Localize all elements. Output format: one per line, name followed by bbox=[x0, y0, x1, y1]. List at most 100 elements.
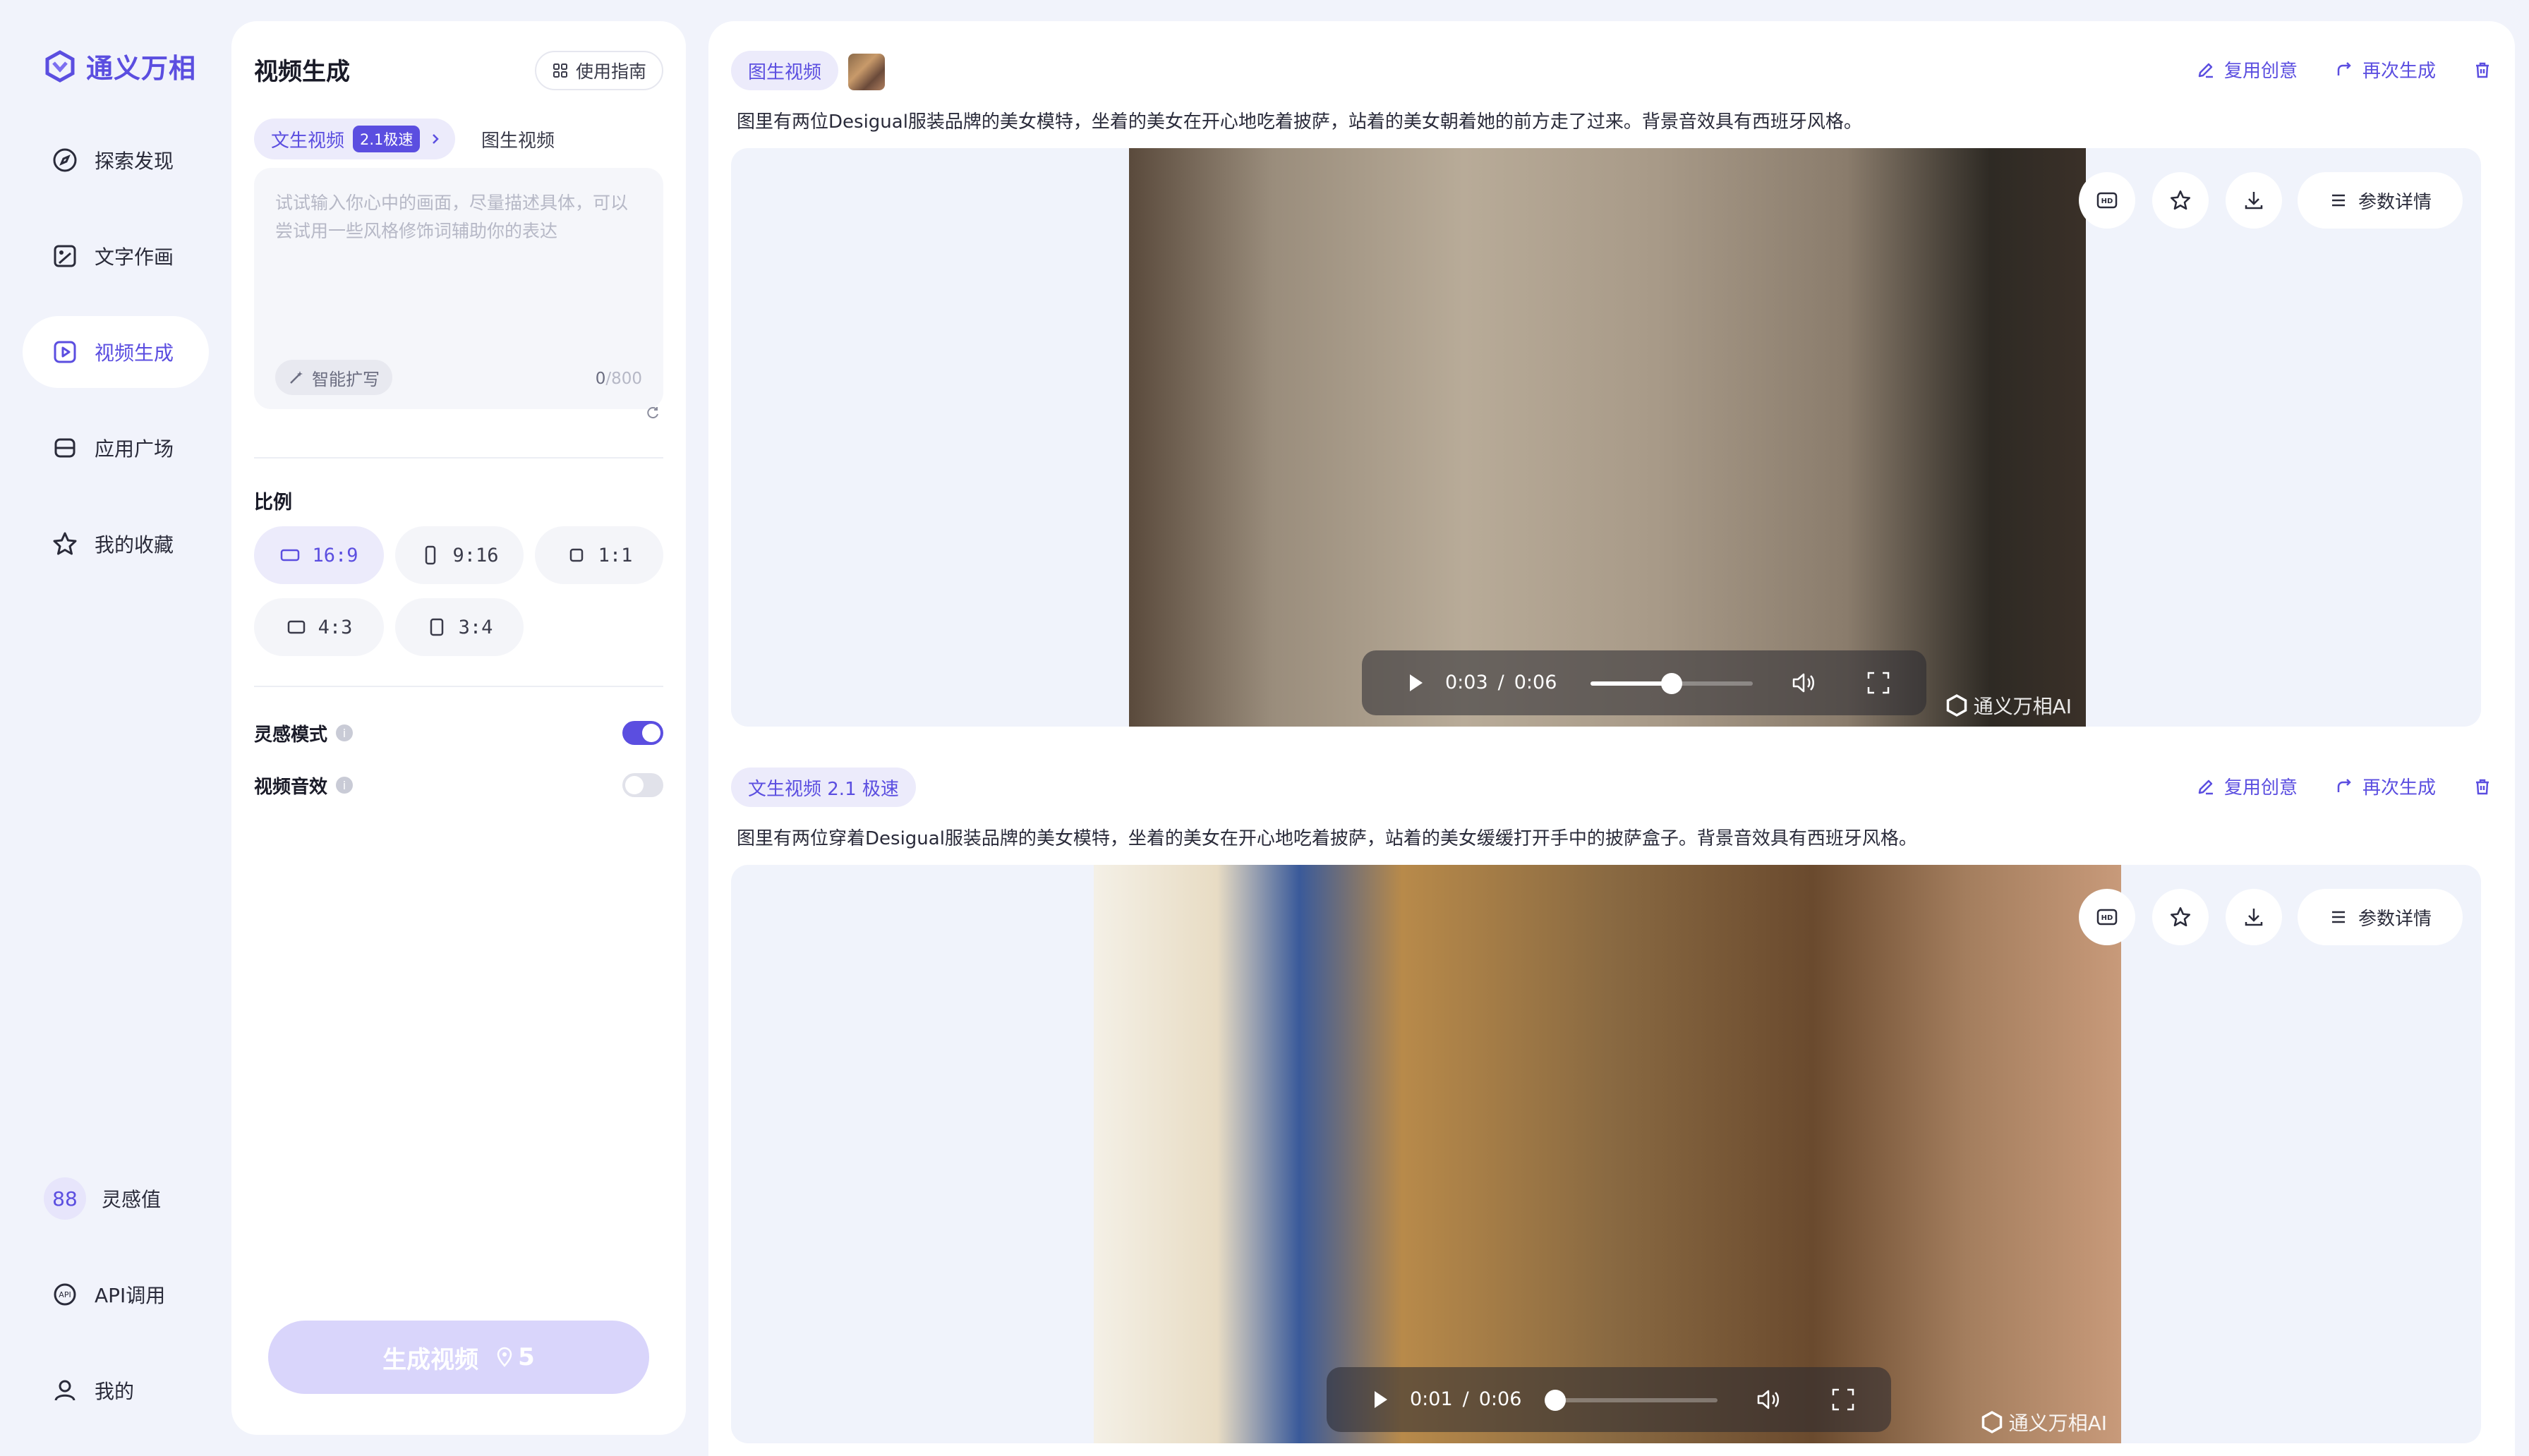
grid-icon bbox=[553, 63, 567, 78]
nav-item-favorites[interactable]: 我的收藏 bbox=[23, 508, 209, 580]
favorite-button[interactable] bbox=[2152, 889, 2209, 945]
ratio-option-9-16[interactable]: 9:16 bbox=[395, 526, 524, 584]
nav-item-explore[interactable]: 探索发现 bbox=[23, 124, 209, 196]
reference-image-thumbnail[interactable] bbox=[848, 54, 885, 90]
trash-icon[interactable] bbox=[2473, 60, 2492, 80]
current-time: 0:01 bbox=[1410, 1388, 1453, 1410]
redo-icon bbox=[2337, 61, 2351, 75]
reuse-button[interactable]: 复用创意 bbox=[2196, 56, 2298, 83]
refresh-icon[interactable] bbox=[645, 405, 660, 420]
landscape-icon bbox=[281, 549, 300, 562]
guide-button[interactable]: 使用指南 bbox=[534, 51, 663, 90]
play-icon[interactable] bbox=[1404, 672, 1427, 694]
toggle-knob bbox=[625, 776, 644, 794]
info-icon[interactable]: i bbox=[336, 724, 354, 741]
play-icon[interactable] bbox=[1369, 1388, 1392, 1411]
ratio-label-text: 9:16 bbox=[452, 544, 499, 566]
nav-item-video-generation[interactable]: 视频生成 bbox=[23, 316, 209, 388]
nav-item-api[interactable]: API API调用 bbox=[23, 1258, 209, 1330]
ratio-label-text: 16:9 bbox=[312, 544, 358, 566]
progress-handle[interactable] bbox=[1545, 1390, 1566, 1411]
portrait-icon bbox=[430, 618, 443, 636]
ratio-label: 比例 bbox=[254, 492, 292, 514]
regenerate-button[interactable]: 再次生成 bbox=[2334, 773, 2436, 799]
volume-icon[interactable] bbox=[1789, 669, 1818, 697]
progress-slider[interactable] bbox=[1591, 673, 1753, 694]
location-pin-icon bbox=[497, 1347, 512, 1367]
api-icon: API bbox=[54, 1283, 76, 1306]
trash-icon[interactable] bbox=[2473, 777, 2492, 796]
watermark: 通义万相AI bbox=[1981, 1408, 2107, 1436]
params-label: 参数详情 bbox=[2358, 908, 2432, 930]
speed-badge: 2.1极速 bbox=[353, 126, 421, 152]
tab-image-to-video[interactable]: 图生视频 bbox=[471, 119, 565, 159]
chevron-right-icon bbox=[433, 134, 440, 144]
edit-icon bbox=[2198, 779, 2213, 794]
svg-text:HD: HD bbox=[2101, 198, 2113, 205]
tongyi-logo-icon bbox=[1981, 1411, 2002, 1433]
reuse-button[interactable]: 复用创意 bbox=[2196, 773, 2298, 799]
tab-text-to-video[interactable]: 文生视频 2.1极速 bbox=[254, 119, 456, 159]
user-icon bbox=[54, 1380, 76, 1401]
left-nav: 通义万相 探索发现 文字作画 视频生成 应用广场 我的收藏 88 灵感值 API… bbox=[0, 0, 226, 1456]
generate-label: 生成视频 bbox=[382, 1345, 479, 1374]
volume-icon[interactable] bbox=[1754, 1385, 1782, 1414]
favorite-button[interactable] bbox=[2152, 172, 2209, 229]
svg-text:HD: HD bbox=[2101, 914, 2113, 922]
info-icon[interactable]: i bbox=[336, 777, 354, 794]
star-icon bbox=[2170, 190, 2191, 210]
video-player[interactable]: 0:01 / 0:06 通义万相AI bbox=[1094, 865, 2121, 1443]
star-icon bbox=[53, 532, 77, 555]
fullscreen-icon[interactable] bbox=[1829, 1385, 1857, 1414]
hd-button[interactable]: HD bbox=[2079, 172, 2135, 229]
square-icon bbox=[569, 548, 583, 562]
duration: 0:06 bbox=[1514, 672, 1557, 693]
hd-button[interactable]: HD bbox=[2079, 889, 2135, 945]
ratio-label-text: 4:3 bbox=[318, 616, 353, 638]
fullscreen-icon[interactable] bbox=[1864, 669, 1893, 697]
nav-item-app-plaza[interactable]: 应用广场 bbox=[23, 412, 209, 484]
progress-slider[interactable] bbox=[1545, 1390, 1718, 1411]
time-separator: / bbox=[1462, 1388, 1469, 1410]
edit-icon bbox=[2198, 63, 2213, 78]
regenerate-button[interactable]: 再次生成 bbox=[2334, 56, 2436, 83]
ratio-option-3-4[interactable]: 3:4 bbox=[395, 598, 524, 656]
prompt-description: 图里有两位穿着Desigual服装品牌的美女模特，坐着的美女在开心地吃着披萨，站… bbox=[737, 828, 1917, 849]
inspiration-mode-toggle[interactable] bbox=[622, 721, 663, 745]
time-separator: / bbox=[1497, 672, 1504, 693]
regenerate-label: 再次生成 bbox=[2362, 777, 2436, 799]
prompt-input[interactable]: 试试输入你心中的画面，尽量描述具体，可以尝试用一些风格修饰词辅助你的表达 智能扩… bbox=[254, 168, 663, 409]
results-area: 图生视频 复用创意 再次生成 图里有两位Desigual服装品牌的美女模特，坐着… bbox=[708, 21, 2515, 1456]
download-button[interactable] bbox=[2226, 172, 2282, 229]
card-actions: 复用创意 再次生成 bbox=[2196, 56, 2492, 83]
result-tag: 文生视频 2.1 极速 bbox=[731, 768, 916, 807]
nav-label: 我的 bbox=[95, 1380, 135, 1403]
download-button[interactable] bbox=[2226, 889, 2282, 945]
char-max: /800 bbox=[605, 370, 642, 388]
ratio-option-16-9[interactable]: 16:9 bbox=[254, 526, 384, 584]
divider bbox=[254, 686, 663, 687]
nav-label: API调用 bbox=[95, 1284, 166, 1307]
generation-panel: 视频生成 使用指南 文生视频 2.1极速 图生视频 试试输入你心中的画面，尽量描… bbox=[231, 21, 686, 1435]
nav-item-profile[interactable]: 我的 bbox=[23, 1354, 209, 1426]
progress-fill bbox=[1591, 681, 1672, 686]
params-details-button[interactable]: 参数详情 bbox=[2298, 889, 2463, 945]
ratio-label-text: 3:4 bbox=[458, 616, 493, 638]
video-sound-toggle[interactable] bbox=[622, 773, 663, 797]
image-edit-icon bbox=[54, 245, 76, 267]
generate-video-button[interactable]: 生成视频 5 bbox=[268, 1321, 649, 1394]
nav-item-text-to-image[interactable]: 文字作画 bbox=[23, 220, 209, 292]
app-logo[interactable]: 通义万相 bbox=[44, 47, 196, 85]
reuse-label: 复用创意 bbox=[2223, 777, 2298, 799]
generate-cost-value: 5 bbox=[518, 1343, 535, 1371]
app-name: 通义万相 bbox=[86, 53, 197, 84]
result-tag: 图生视频 bbox=[731, 51, 839, 90]
params-details-button[interactable]: 参数详情 bbox=[2298, 172, 2463, 229]
reuse-label: 复用创意 bbox=[2223, 61, 2298, 82]
nav-item-inspiration-points[interactable]: 88 灵感值 bbox=[23, 1163, 209, 1234]
progress-handle[interactable] bbox=[1661, 673, 1682, 694]
ratio-option-4-3[interactable]: 4:3 bbox=[254, 598, 384, 656]
ratio-option-1-1[interactable]: 1:1 bbox=[535, 526, 663, 584]
smart-expand-button[interactable]: 智能扩写 bbox=[275, 360, 392, 395]
video-player[interactable]: 0:03 / 0:06 通义万相AI bbox=[1129, 148, 2086, 727]
